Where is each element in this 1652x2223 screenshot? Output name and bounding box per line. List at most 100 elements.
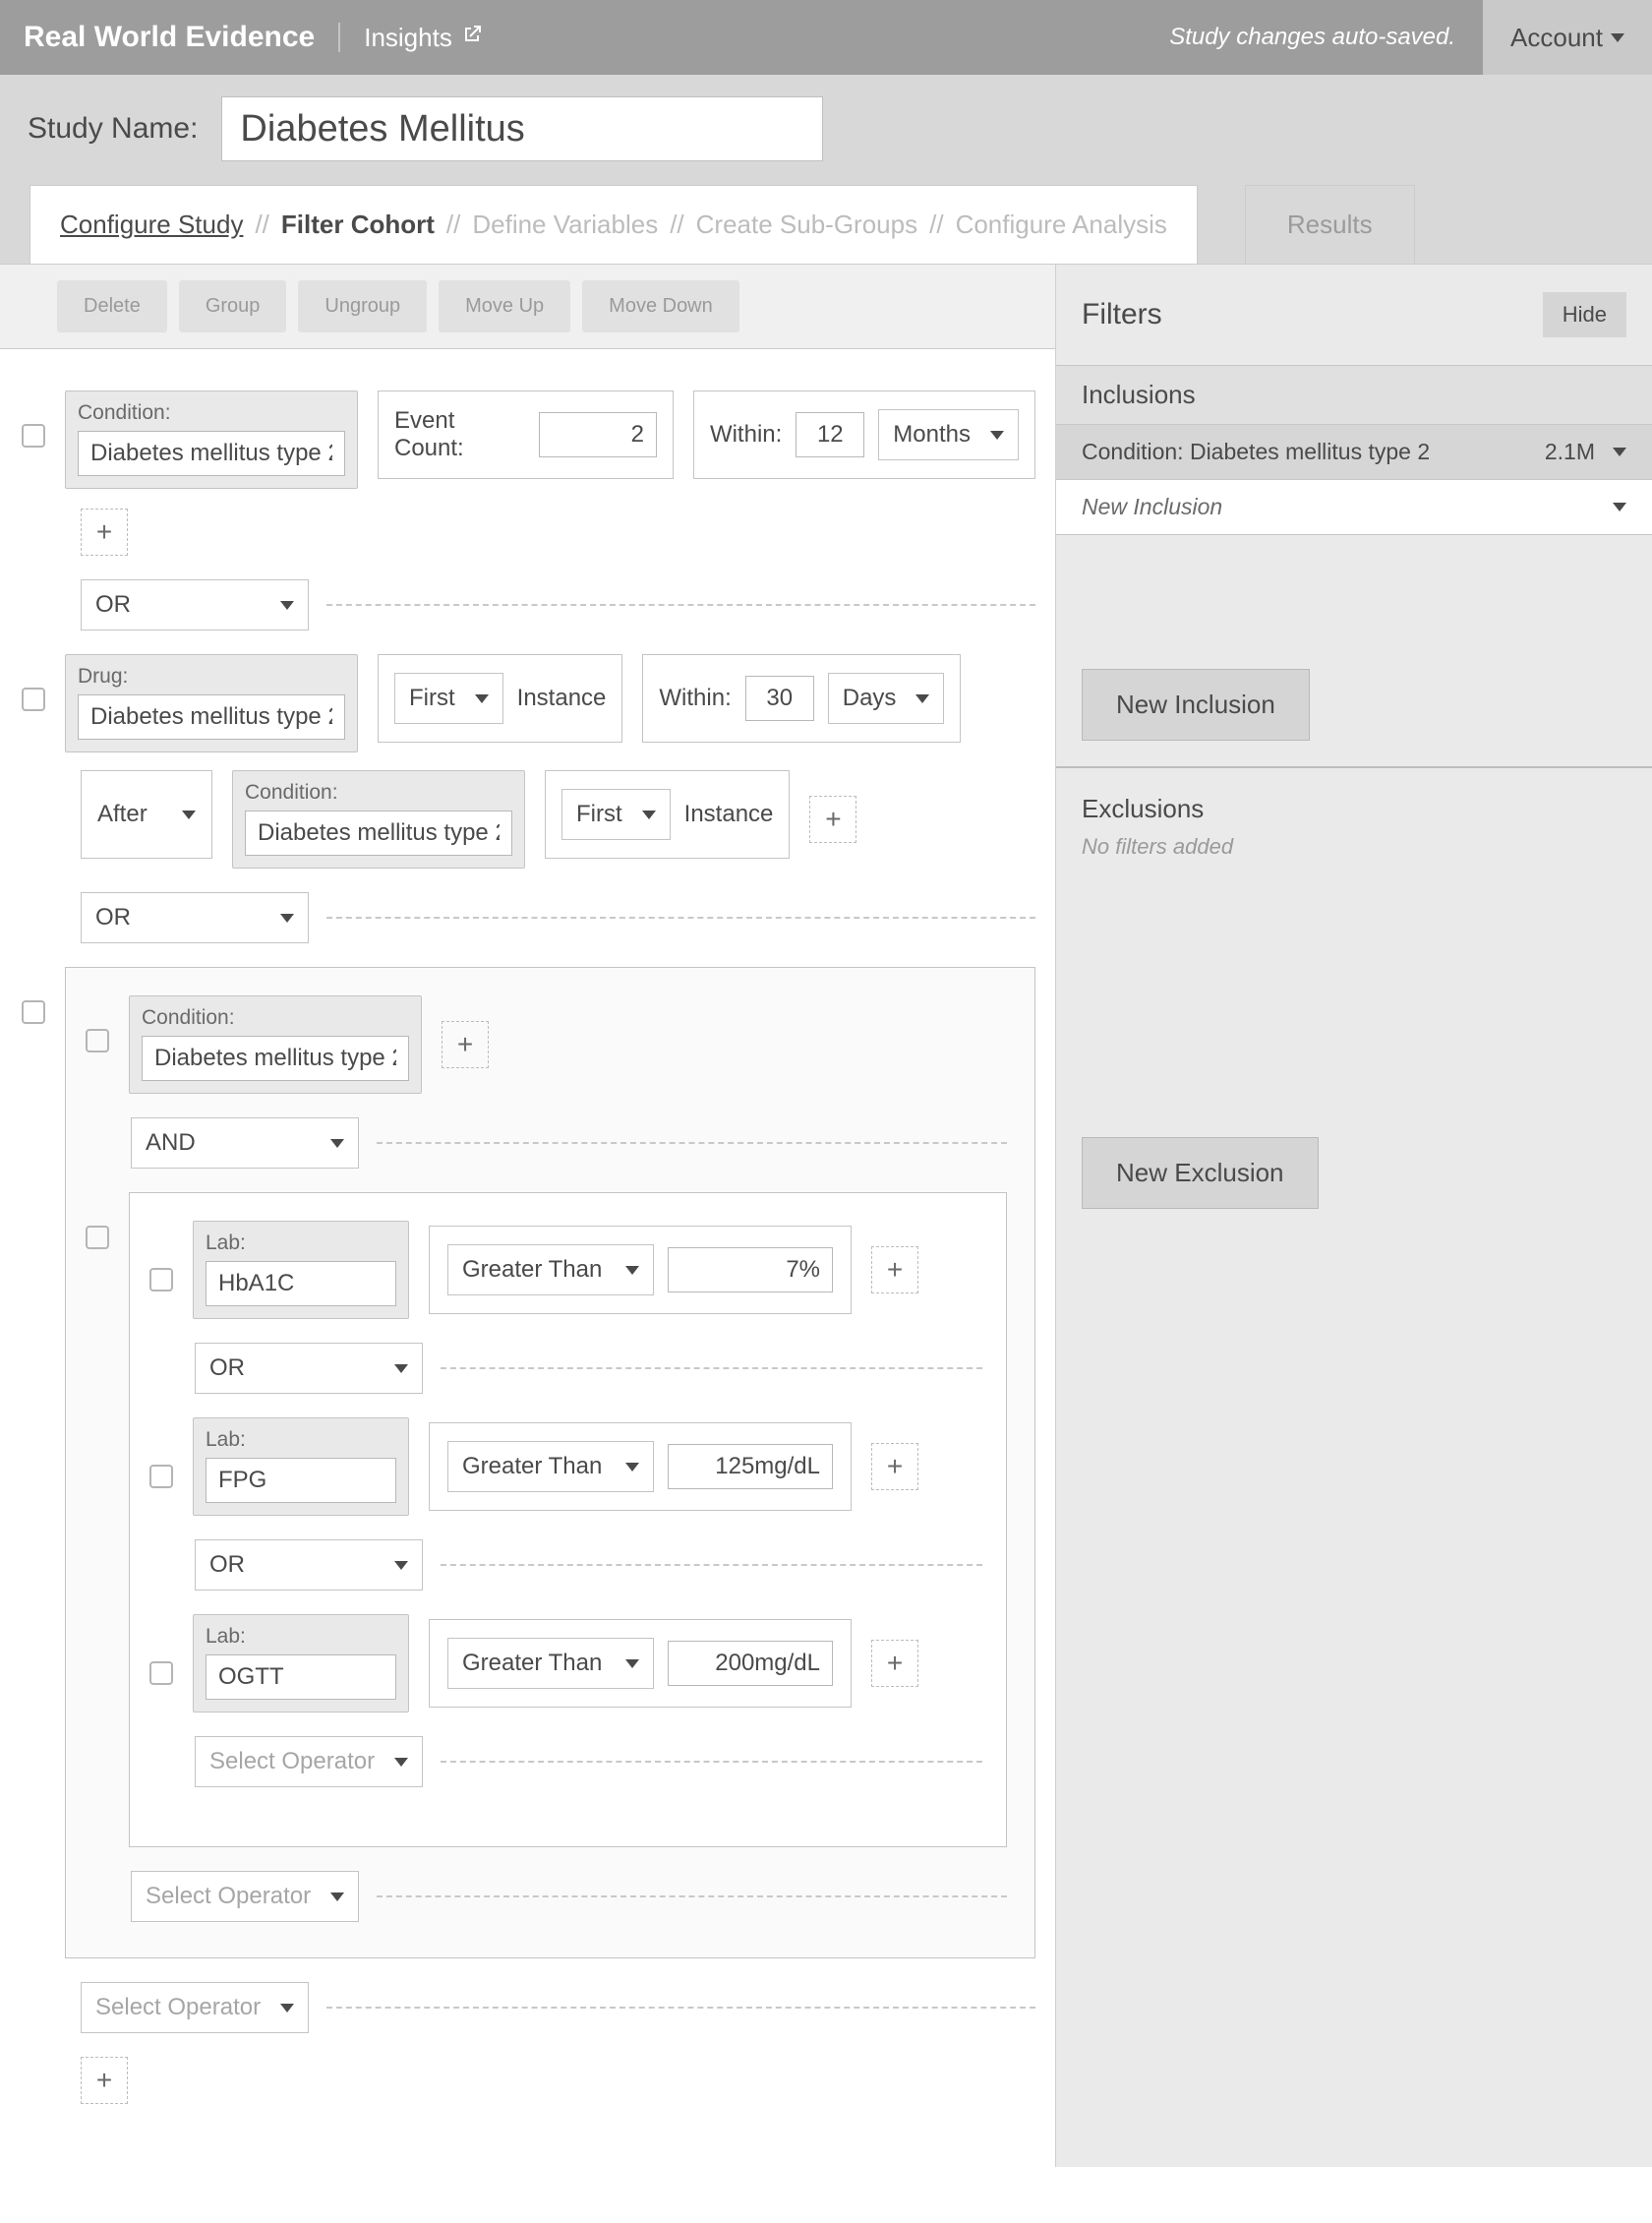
step-define-variables[interactable]: Define Variables xyxy=(472,210,658,240)
editor-column: Delete Group Ungroup Move Up Move Down C… xyxy=(0,265,1056,2167)
within-unit-dropdown[interactable]: Months xyxy=(878,409,1019,460)
operator-select[interactable]: Select Operator xyxy=(195,1736,423,1787)
filter-group: Condition: + AND xyxy=(65,967,1035,1958)
lab-card[interactable]: Lab: xyxy=(193,1221,409,1319)
group-button[interactable]: Group xyxy=(179,280,287,332)
row-checkbox[interactable] xyxy=(149,1268,173,1292)
lab-value[interactable] xyxy=(206,1261,396,1306)
account-menu[interactable]: Account xyxy=(1483,0,1652,75)
operator-select[interactable]: OR xyxy=(195,1539,423,1591)
row-checkbox[interactable] xyxy=(22,688,45,711)
threshold-input[interactable] xyxy=(668,1444,833,1489)
filters-title: Filters xyxy=(1082,298,1162,331)
threshold-input[interactable] xyxy=(668,1641,833,1686)
row-checkbox[interactable] xyxy=(149,1661,173,1685)
add-button[interactable]: + xyxy=(81,2057,128,2104)
condition-value[interactable] xyxy=(142,1036,409,1081)
caret-down-icon xyxy=(1613,448,1626,456)
add-button[interactable]: + xyxy=(871,1640,918,1687)
step-filter-cohort[interactable]: Filter Cohort xyxy=(281,210,435,240)
drug-card[interactable]: Drug: xyxy=(65,654,358,752)
caret-down-icon xyxy=(280,2004,294,2013)
lab-card[interactable]: Lab: xyxy=(193,1417,409,1516)
row-checkbox[interactable] xyxy=(22,424,45,448)
comparator-dropdown[interactable]: Greater Than xyxy=(447,1638,654,1689)
threshold-input[interactable] xyxy=(668,1247,833,1292)
condition-card[interactable]: Condition: xyxy=(129,995,422,1094)
external-link-icon xyxy=(460,23,484,53)
event-count-input[interactable] xyxy=(539,412,657,457)
within-unit-dropdown[interactable]: Days xyxy=(828,673,945,724)
comparator-dropdown[interactable]: Greater Than xyxy=(447,1244,654,1295)
within-box: Within: Days xyxy=(642,654,961,743)
lab-value[interactable] xyxy=(206,1458,396,1503)
condition-value[interactable] xyxy=(245,811,512,856)
brand-title: Real World Evidence xyxy=(0,21,315,54)
new-inclusion-button[interactable]: New Inclusion xyxy=(1082,669,1310,741)
step-configure-study[interactable]: Configure Study xyxy=(60,210,243,240)
event-count-box: Event Count: xyxy=(378,391,674,479)
row-checkbox[interactable] xyxy=(86,1226,109,1249)
exclusions-header: Exclusions xyxy=(1082,794,1626,824)
new-exclusion-button[interactable]: New Exclusion xyxy=(1082,1137,1319,1209)
insights-link[interactable]: Insights xyxy=(364,23,484,53)
instance-box: First Instance xyxy=(545,770,790,859)
row-checkbox[interactable] xyxy=(22,1000,45,1024)
ordinal-dropdown[interactable]: First xyxy=(561,789,671,840)
account-label: Account xyxy=(1510,23,1603,53)
caret-down-icon xyxy=(394,1758,408,1767)
operator-select[interactable]: Select Operator xyxy=(81,1982,309,2033)
operator-select[interactable]: AND xyxy=(131,1117,359,1169)
ungroup-button[interactable]: Ungroup xyxy=(298,280,427,332)
within-box: Within: Months xyxy=(693,391,1035,479)
caret-down-icon xyxy=(915,694,929,703)
caret-down-icon xyxy=(182,811,196,819)
hide-filters-button[interactable]: Hide xyxy=(1543,292,1626,337)
within-value[interactable] xyxy=(796,412,864,457)
add-button[interactable]: + xyxy=(871,1443,918,1490)
add-button[interactable]: + xyxy=(809,796,856,843)
after-dropdown[interactable]: After xyxy=(97,789,196,840)
inclusion-item-new[interactable]: New Inclusion xyxy=(1056,480,1652,535)
move-up-button[interactable]: Move Up xyxy=(439,280,570,332)
caret-down-icon xyxy=(642,811,656,819)
caret-down-icon xyxy=(475,694,489,703)
within-value[interactable] xyxy=(745,676,814,721)
operator-select[interactable]: OR xyxy=(81,579,309,631)
lab-card[interactable]: Lab: xyxy=(193,1614,409,1712)
instance-box: First Instance xyxy=(378,654,622,743)
move-down-button[interactable]: Move Down xyxy=(582,280,739,332)
step-create-subgroups[interactable]: Create Sub-Groups xyxy=(696,210,917,240)
operator-select[interactable]: Select Operator xyxy=(131,1871,359,1922)
row-checkbox[interactable] xyxy=(149,1465,173,1488)
caret-down-icon xyxy=(330,1139,344,1148)
step-configure-analysis[interactable]: Configure Analysis xyxy=(956,210,1167,240)
study-name-input[interactable] xyxy=(221,96,823,161)
ordinal-dropdown[interactable]: First xyxy=(394,673,503,724)
drug-card-label: Drug: xyxy=(78,665,345,689)
filters-panel: Filters Hide Inclusions Condition: Diabe… xyxy=(1056,265,1652,2167)
study-name-label: Study Name: xyxy=(28,112,198,146)
results-tab[interactable]: Results xyxy=(1245,185,1415,264)
lab-value[interactable] xyxy=(206,1654,396,1700)
caret-down-icon xyxy=(394,1561,408,1570)
operator-select[interactable]: OR xyxy=(195,1343,423,1394)
add-button[interactable]: + xyxy=(871,1246,918,1293)
add-condition-button[interactable]: + xyxy=(81,509,128,556)
add-button[interactable]: + xyxy=(442,1021,489,1068)
comparator-dropdown[interactable]: Greater Than xyxy=(447,1441,654,1492)
compare-box: Greater Than xyxy=(429,1226,852,1314)
divider xyxy=(338,23,340,52)
compare-box: Greater Than xyxy=(429,1422,852,1511)
row-checkbox[interactable] xyxy=(86,1029,109,1052)
delete-button[interactable]: Delete xyxy=(57,280,167,332)
after-box: After xyxy=(81,770,212,859)
drug-value[interactable] xyxy=(78,694,345,740)
inclusion-item[interactable]: Condition: Diabetes mellitus type 2 2.1M xyxy=(1056,425,1652,480)
caret-down-icon xyxy=(394,1364,408,1373)
operator-select[interactable]: OR xyxy=(81,892,309,943)
condition-card[interactable]: Condition: xyxy=(232,770,525,869)
condition-card[interactable]: Condition: xyxy=(65,391,358,489)
condition-card-label: Condition: xyxy=(78,401,345,425)
condition-value[interactable] xyxy=(78,431,345,476)
